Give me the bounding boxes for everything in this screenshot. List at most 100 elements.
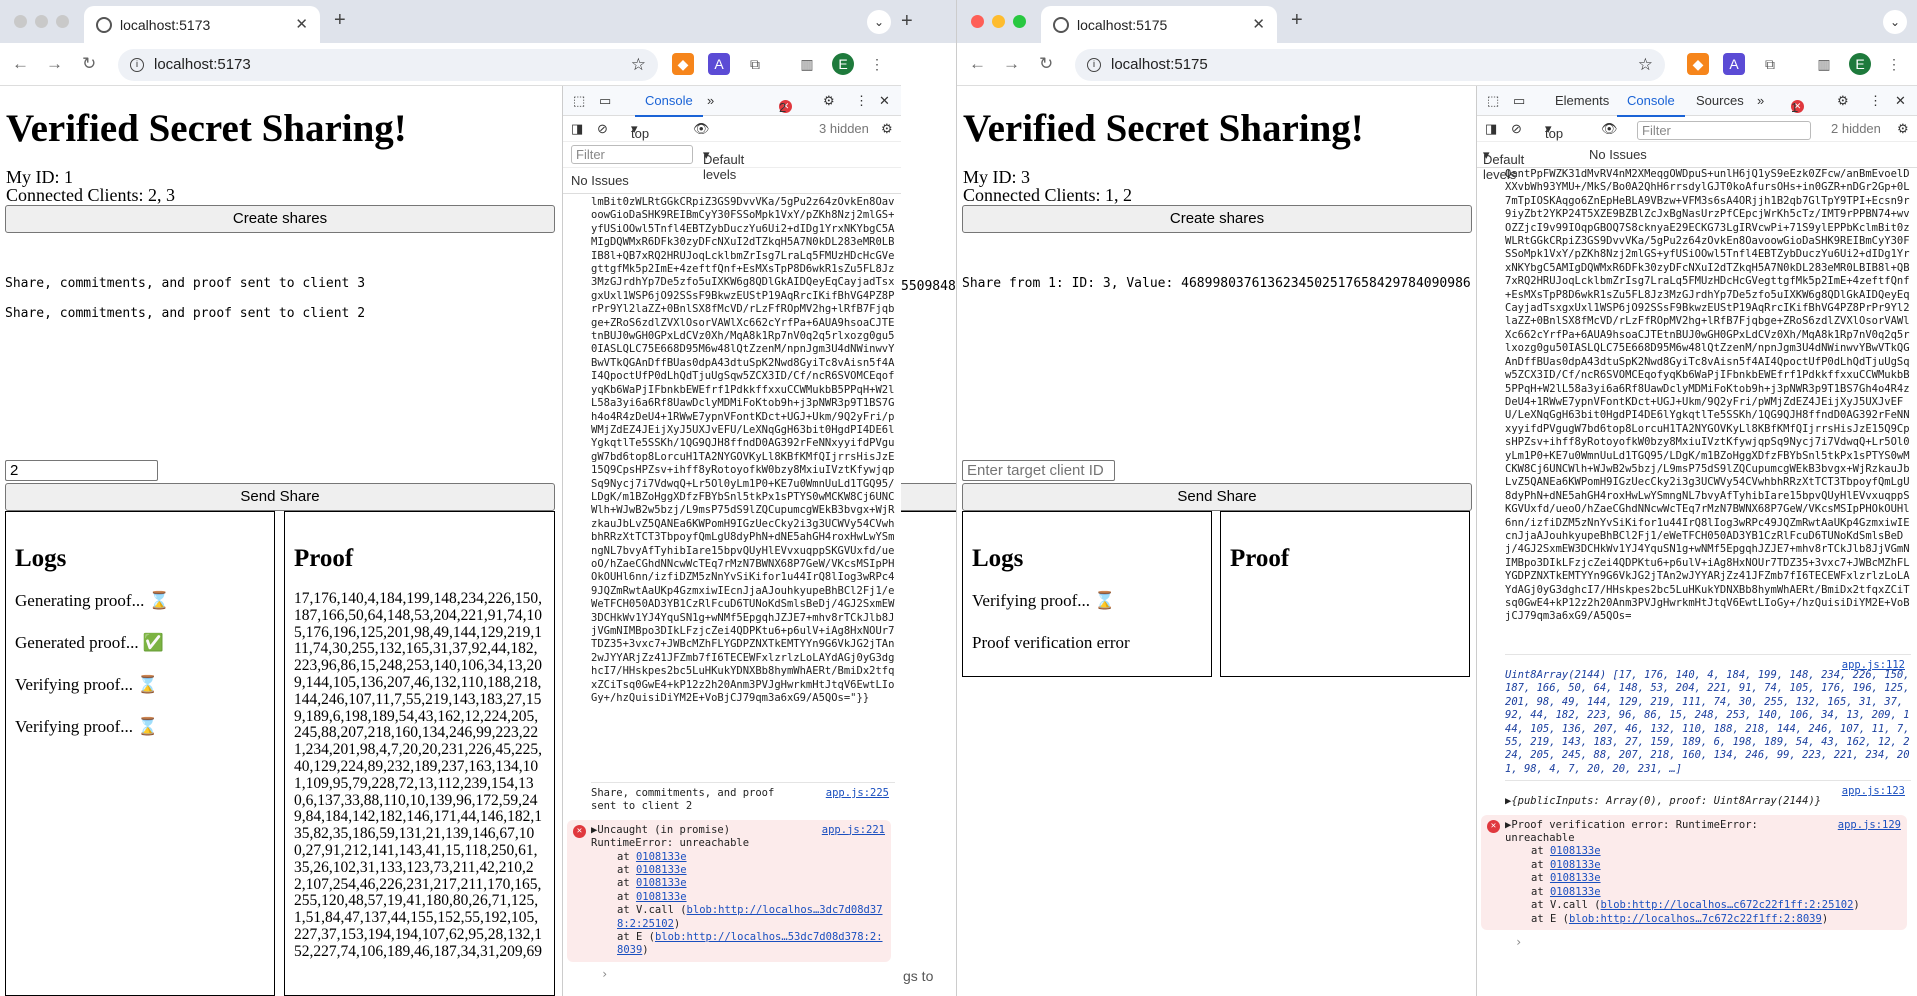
stack-link[interactable]: blob:http://localhos…53dc7d08d378:2:8039 — [617, 931, 883, 956]
console-settings-icon[interactable]: ⚙ — [1897, 121, 1909, 137]
stack-link[interactable]: 0108133e — [636, 851, 687, 863]
browser-menu-icon[interactable]: ⋮ — [866, 53, 888, 75]
inspect-element-icon[interactable]: ⬚ — [1487, 93, 1499, 109]
more-tabs-icon[interactable]: » — [1757, 93, 1764, 108]
stack-link[interactable]: 0108133e — [636, 877, 687, 889]
stack-link[interactable]: blob:http://localhos…7c672c22f1ff:2:8039 — [1569, 913, 1822, 925]
browser-tab[interactable]: localhost:5175 ✕ — [1041, 6, 1277, 43]
source-link[interactable]: app.js:225 — [826, 787, 889, 800]
reload-icon[interactable]: ↻ — [82, 54, 96, 74]
tab-sources[interactable]: Sources — [1696, 93, 1744, 108]
close-devtools-icon[interactable]: ✕ — [1895, 93, 1906, 109]
source-link[interactable]: app.js:221 — [822, 824, 885, 837]
extensions-puzzle-icon[interactable]: ⧉ — [744, 53, 766, 75]
side-panel-icon[interactable]: ▥ — [796, 53, 818, 75]
side-panel-icon[interactable]: ▥ — [1813, 53, 1835, 75]
close-window-button[interactable] — [14, 15, 27, 28]
console-settings-icon[interactable]: ⚙ — [881, 121, 893, 137]
send-share-button[interactable]: Send Share — [962, 483, 1472, 511]
create-shares-button[interactable]: Create shares — [5, 205, 555, 233]
url-field[interactable]: i localhost:5175 ☆ — [1075, 49, 1665, 81]
console-filter-input[interactable]: Filter — [1637, 121, 1811, 140]
forward-icon[interactable]: → — [1003, 54, 1020, 74]
live-expression-eye-icon[interactable]: 👁 — [693, 121, 710, 137]
site-info-icon[interactable]: i — [1087, 58, 1101, 72]
tab-elements[interactable]: Elements — [1555, 93, 1609, 108]
stack-link[interactable]: blob:http://localhos…3dc7d08d378:2:25102 — [617, 904, 883, 929]
stack-link[interactable]: 0108133e — [1550, 845, 1601, 857]
browser-window-left: localhost:5173 ✕ + ⌄ ← → ↻ i localhost:517… — [0, 0, 901, 996]
source-link[interactable]: app.js:123 — [1842, 785, 1905, 798]
device-toolbar-icon[interactable]: ▭ — [1513, 93, 1525, 109]
close-window-button[interactable] — [971, 15, 984, 28]
stack-link[interactable]: 0108133e — [1550, 859, 1601, 871]
object-output[interactable]: {publicInputs: Array(0), proof: Uint8Arr… — [1511, 795, 1821, 807]
log-entry: Verifying proof... ⌛ — [972, 591, 1116, 610]
extension-icon[interactable]: A — [708, 53, 730, 75]
metamask-extension-icon[interactable]: ◆ — [672, 53, 694, 75]
browser-menu-icon[interactable]: ⋮ — [1883, 53, 1905, 75]
extension-icon[interactable]: A — [1723, 53, 1745, 75]
source-link[interactable]: app.js:112 — [1842, 659, 1905, 672]
reload-icon[interactable]: ↻ — [1039, 54, 1053, 74]
device-toolbar-icon[interactable]: ▭ — [599, 93, 611, 109]
browser-tab[interactable]: localhost:5173 ✕ — [84, 6, 320, 43]
clear-console-icon[interactable]: ⊘ — [1511, 121, 1522, 137]
stack-link[interactable]: 0108133e — [1550, 886, 1601, 898]
metamask-extension-icon[interactable]: ◆ — [1687, 53, 1709, 75]
log-entry: Proof verification error — [972, 633, 1130, 652]
context-selector[interactable]: top ▾ — [631, 121, 649, 141]
bookmark-star-icon[interactable]: ☆ — [631, 49, 646, 81]
sidebar-toggle-icon[interactable]: ◨ — [1485, 121, 1497, 137]
source-link[interactable]: app.js:129 — [1838, 819, 1901, 832]
close-tab-icon[interactable]: ✕ — [295, 15, 308, 33]
console-prompt[interactable]: › — [591, 962, 895, 981]
close-devtools-icon[interactable]: ✕ — [879, 93, 890, 109]
tab-console[interactable]: Console — [1617, 93, 1685, 117]
log-levels-dropdown[interactable]: Default levels ▾ — [703, 147, 744, 182]
send-share-button[interactable]: Send Share — [5, 483, 555, 511]
settings-gear-icon[interactable]: ⚙ — [1837, 93, 1849, 109]
create-shares-button[interactable]: Create shares — [962, 205, 1472, 233]
stack-link[interactable]: 0108133e — [636, 891, 687, 903]
new-tab-button[interactable]: + — [1291, 9, 1303, 32]
console-filter-input[interactable]: Filter — [571, 145, 693, 164]
zoom-window-button[interactable] — [56, 15, 69, 28]
stack-link[interactable]: blob:http://localhos…c672c22f1ff:2:25102 — [1601, 899, 1854, 911]
tab-console[interactable]: Console — [635, 93, 703, 117]
devtools-menu-icon[interactable]: ⋮ — [855, 93, 868, 109]
devtools-menu-icon[interactable]: ⋮ — [1869, 93, 1882, 109]
clear-console-icon[interactable]: ⊘ — [597, 121, 608, 137]
uint8array-output[interactable]: Uint8Array(2144) [17, 176, 140, 4, 184, … — [1505, 669, 1911, 776]
target-client-input[interactable]: 2 — [5, 460, 158, 481]
stack-link[interactable]: 0108133e — [1550, 872, 1601, 884]
stack-link[interactable]: 0108133e — [636, 864, 687, 876]
console-prompt[interactable]: › — [1505, 930, 1911, 949]
extensions-puzzle-icon[interactable]: ⧉ — [1759, 53, 1781, 75]
live-expression-eye-icon[interactable]: 👁 — [1601, 121, 1618, 137]
settings-gear-icon[interactable]: ⚙ — [823, 93, 835, 109]
back-icon[interactable]: ← — [969, 54, 986, 74]
back-icon[interactable]: ← — [12, 54, 29, 74]
forward-icon[interactable]: → — [46, 54, 63, 74]
target-client-input[interactable] — [962, 460, 1115, 481]
tab-search-button[interactable]: ⌄ — [867, 10, 891, 34]
sidebar-toggle-icon[interactable]: ◨ — [571, 121, 583, 137]
minimize-window-button[interactable] — [992, 15, 1005, 28]
inspect-element-icon[interactable]: ⬚ — [573, 93, 585, 109]
new-tab-button[interactable]: + — [901, 10, 913, 33]
profile-avatar[interactable]: E — [1849, 53, 1871, 75]
zoom-window-button[interactable] — [1013, 15, 1026, 28]
log-levels-dropdown[interactable]: Default levels ▾ — [1483, 147, 1524, 182]
new-tab-button[interactable]: + — [334, 9, 346, 32]
context-selector[interactable]: top ▾ — [1545, 121, 1563, 141]
bookmark-star-icon[interactable]: ☆ — [1638, 49, 1653, 81]
profile-avatar[interactable]: E — [832, 53, 854, 75]
url-field[interactable]: i localhost:5173 ☆ — [118, 49, 658, 81]
more-tabs-icon[interactable]: » — [707, 93, 714, 108]
close-tab-icon[interactable]: ✕ — [1252, 15, 1265, 33]
site-info-icon[interactable]: i — [130, 58, 144, 72]
tab-search-button[interactable]: ⌄ — [1883, 10, 1907, 34]
console-toolbar: ◨ ⊘ top ▾ 👁 3 hidden ⚙ — [563, 116, 901, 142]
minimize-window-button[interactable] — [35, 15, 48, 28]
